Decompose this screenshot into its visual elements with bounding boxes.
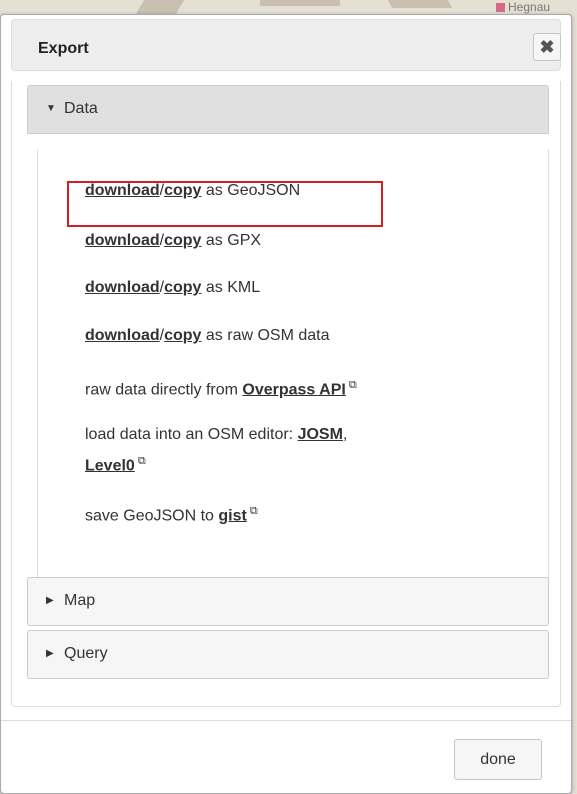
editor-row: load data into an OSM editor: JOSM,: [85, 423, 485, 447]
download-kml-link[interactable]: download: [85, 279, 160, 296]
export-row-raw-osm: download/copy as raw OSM data: [85, 324, 330, 348]
josm-link[interactable]: JOSM: [298, 426, 343, 443]
level0-link[interactable]: Level0: [85, 457, 135, 474]
row-suffix: as raw OSM data: [201, 327, 330, 344]
download-gpx-link[interactable]: download: [85, 232, 160, 249]
row-suffix: as GPX: [201, 232, 262, 249]
overpass-row: raw data directly from Overpass API ⧉: [85, 373, 357, 402]
copy-kml-link[interactable]: copy: [164, 279, 201, 296]
copy-geojson-link[interactable]: copy: [164, 182, 201, 199]
map-poi-marker: [496, 3, 505, 12]
download-geojson-link[interactable]: download: [85, 182, 160, 199]
external-link-icon: ⧉: [348, 379, 357, 391]
dialog-title: Export: [38, 40, 89, 57]
caret-right-icon: ▶: [46, 648, 54, 659]
caret-right-icon: ▶: [46, 595, 54, 606]
close-button[interactable]: ✖: [533, 33, 561, 61]
row-suffix: as GeoJSON: [201, 182, 301, 199]
section-header-query[interactable]: ▶ Query: [27, 630, 549, 679]
gist-row: save GeoJSON to gist ⧉: [85, 499, 258, 528]
dialog-footer-divider: [1, 720, 571, 721]
export-row-kml: download/copy as KML: [85, 276, 260, 300]
caret-down-icon: ▼: [46, 103, 56, 114]
section-label: Map: [64, 592, 96, 609]
dialog-titlebar: Export ✖: [11, 19, 561, 71]
export-dialog: Export ✖ ▼ Data download/copy as GeoJSON…: [0, 14, 572, 794]
export-row-geojson: download/copy as GeoJSON: [85, 179, 300, 203]
section-label: Data: [64, 100, 98, 117]
map-road: [135, 0, 185, 14]
row-suffix: as KML: [201, 279, 261, 296]
overpass-api-link[interactable]: Overpass API: [242, 381, 345, 398]
copy-gpx-link[interactable]: copy: [164, 232, 201, 249]
map-road: [260, 0, 340, 6]
close-icon: ✖: [539, 37, 555, 57]
editor-comma: ,: [342, 426, 348, 443]
gist-link[interactable]: gist: [218, 507, 246, 524]
section-header-data[interactable]: ▼ Data: [27, 85, 549, 134]
editor-prefix: load data into an OSM editor:: [85, 426, 298, 443]
export-row-gpx: download/copy as GPX: [85, 229, 261, 253]
section-header-map[interactable]: ▶ Map: [27, 577, 549, 626]
copy-raw-osm-link[interactable]: copy: [164, 327, 201, 344]
map-road: [387, 0, 453, 8]
overpass-prefix: raw data directly from: [85, 381, 243, 399]
external-link-icon: ⧉: [137, 455, 146, 467]
done-button[interactable]: done: [454, 739, 542, 780]
map-place-label: Hegnau: [508, 0, 551, 14]
section-label: Query: [64, 645, 108, 662]
external-link-icon: ⧉: [249, 505, 258, 517]
gist-prefix: save GeoJSON to: [85, 507, 219, 525]
download-raw-osm-link[interactable]: download: [85, 327, 160, 344]
editor-row-cont: Level0 ⧉: [85, 449, 146, 478]
